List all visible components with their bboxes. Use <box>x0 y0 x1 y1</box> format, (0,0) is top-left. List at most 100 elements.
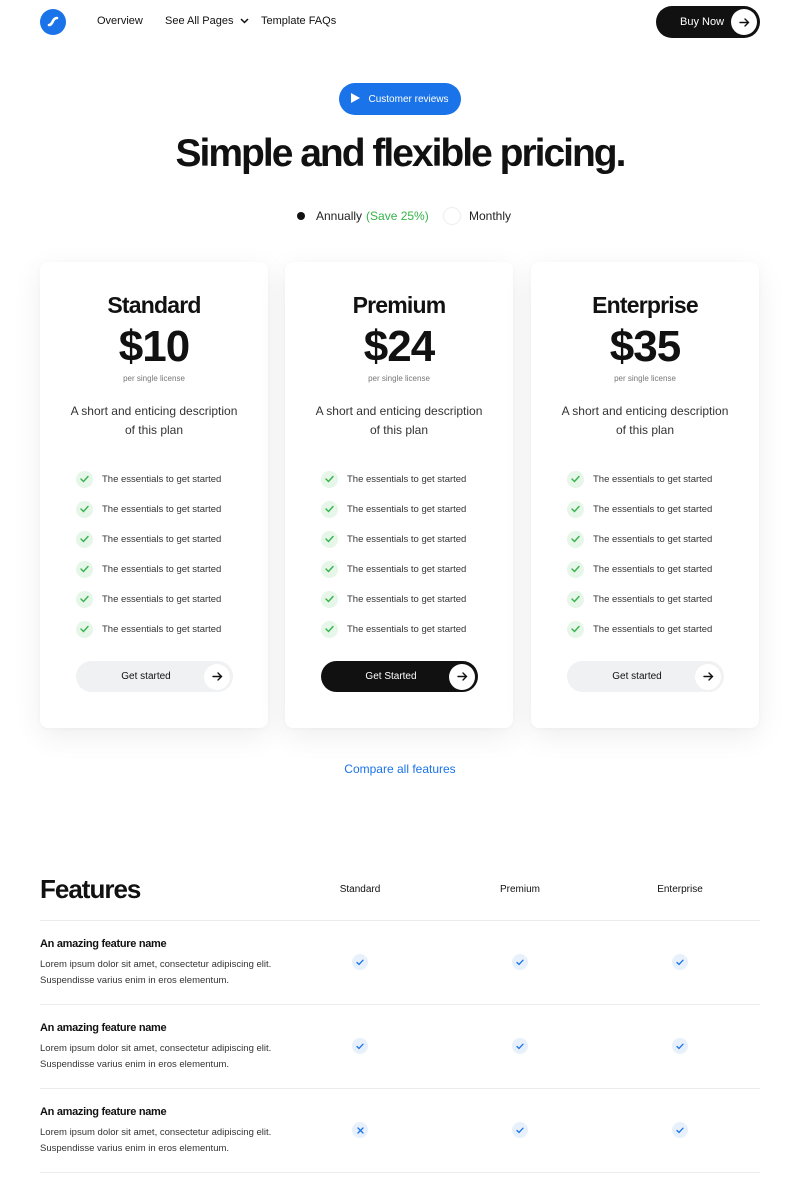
check-icon <box>76 560 93 578</box>
check-icon <box>321 590 338 608</box>
feature-text: The essentials to get started <box>347 623 467 635</box>
nav-link-see-all-pages[interactable]: See All Pages <box>165 15 249 27</box>
plan-price: $35 <box>609 322 681 371</box>
row-divider <box>40 1088 760 1089</box>
features-title: Features <box>40 874 141 904</box>
plan-price: $24 <box>363 322 435 371</box>
check-icon <box>321 620 338 638</box>
feature-item: The essentials to get started <box>76 494 246 524</box>
feature-row-name: An amazing feature name <box>40 1106 167 1118</box>
feature-text: The essentials to get started <box>347 563 467 575</box>
feature-item: The essentials to get started <box>76 464 246 494</box>
get-started-label: Get started <box>612 671 662 682</box>
arrow-right-icon <box>449 663 475 690</box>
feature-text: The essentials to get started <box>102 563 222 575</box>
feature-row-name: An amazing feature name <box>40 938 167 950</box>
feature-text: The essentials to get started <box>102 503 222 515</box>
customer-reviews-label: Customer reviews <box>368 93 449 105</box>
check-icon <box>567 560 584 578</box>
close-icon <box>352 1122 368 1138</box>
row-divider <box>40 1172 760 1173</box>
check-icon <box>76 470 93 488</box>
feature-item: The essentials to get started <box>321 614 491 644</box>
nav-link-label: See All Pages <box>165 15 234 27</box>
billing-option-monthly[interactable]: Monthly <box>443 206 511 226</box>
monthly-label: Monthly <box>469 209 512 223</box>
nav-link-overview[interactable]: Overview <box>97 15 143 27</box>
plan-description: A short and enticing description of this… <box>70 404 238 437</box>
get-started-button[interactable]: Get started <box>567 661 724 692</box>
page-title: Simple and flexible pricing. <box>175 132 627 175</box>
column-header-standard: Standard <box>339 884 381 895</box>
feature-text: The essentials to get started <box>347 533 467 545</box>
feature-item: The essentials to get started <box>76 524 246 554</box>
feature-text: The essentials to get started <box>347 503 467 515</box>
feature-item: The essentials to get started <box>76 584 246 614</box>
feature-text: The essentials to get started <box>347 593 467 605</box>
check-icon <box>352 954 368 970</box>
logo-icon[interactable] <box>40 9 66 35</box>
check-icon <box>352 1038 368 1054</box>
feature-text: The essentials to get started <box>102 623 222 635</box>
pricing-card-enterprise: Enterprise $35 per single license A shor… <box>531 262 759 728</box>
save-badge: (Save 25%) <box>366 209 429 223</box>
check-icon <box>76 530 93 548</box>
plan-feature-list: The essentials to get started The essenti… <box>567 464 737 644</box>
feature-row-description: Lorem ipsum dolor sit amet, consectetur … <box>40 1043 272 1070</box>
plan-feature-list: The essentials to get started The essenti… <box>76 464 246 644</box>
feature-row-description: Lorem ipsum dolor sit amet, consectetur … <box>40 959 272 986</box>
feature-text: The essentials to get started <box>593 593 713 605</box>
check-icon <box>512 1122 528 1138</box>
get-started-button[interactable]: Get Started <box>321 661 478 692</box>
check-icon <box>567 590 584 608</box>
feature-text: The essentials to get started <box>347 473 467 485</box>
plan-description: A short and enticing description of this… <box>561 404 729 437</box>
arrow-right-icon <box>731 9 757 35</box>
billing-option-annually[interactable]: Annually (Save 25%) <box>294 206 429 226</box>
check-icon <box>672 954 688 970</box>
feature-item: The essentials to get started <box>321 524 491 554</box>
buy-now-button[interactable]: Buy Now <box>656 6 760 38</box>
feature-text: The essentials to get started <box>593 533 713 545</box>
feature-text: The essentials to get started <box>593 503 713 515</box>
check-icon <box>321 560 338 578</box>
plan-price-note: per single license <box>368 374 430 383</box>
nav-link-template-faqs[interactable]: Template FAQs <box>261 15 336 27</box>
check-icon <box>567 620 584 638</box>
feature-item: The essentials to get started <box>321 494 491 524</box>
feature-text: The essentials to get started <box>102 473 222 485</box>
check-icon <box>76 500 93 518</box>
top-nav: Overview See All Pages Template FAQs Buy… <box>0 0 800 44</box>
check-icon <box>321 500 338 518</box>
column-header-premium: Premium <box>499 884 540 895</box>
compare-all-features-link[interactable]: Compare all features <box>0 762 800 776</box>
check-icon <box>512 1038 528 1054</box>
plan-name: Standard <box>107 292 201 318</box>
annually-label: Annually <box>316 209 363 223</box>
feature-text: The essentials to get started <box>593 563 713 575</box>
check-icon <box>321 530 338 548</box>
plan-feature-list: The essentials to get started The essenti… <box>321 464 491 644</box>
column-header-enterprise: Enterprise <box>657 884 703 895</box>
plan-description: A short and enticing description of this… <box>315 404 483 437</box>
arrow-right-icon <box>695 663 721 690</box>
feature-item: The essentials to get started <box>321 464 491 494</box>
row-divider <box>40 920 760 921</box>
feature-row-name: An amazing feature name <box>40 1022 167 1034</box>
pricing-card-standard: Standard $10 per single license A short … <box>40 262 268 728</box>
feature-item: The essentials to get started <box>567 554 737 584</box>
radio-unselected[interactable] <box>443 207 461 225</box>
plan-name: Enterprise <box>592 292 699 318</box>
feature-text: The essentials to get started <box>593 623 713 635</box>
feature-item: The essentials to get started <box>567 584 737 614</box>
customer-reviews-button[interactable]: Customer reviews <box>339 83 461 115</box>
check-icon <box>672 1122 688 1138</box>
feature-item: The essentials to get started <box>567 494 737 524</box>
pricing-card-premium: Premium $24 per single license A short a… <box>285 262 513 728</box>
arrow-right-icon <box>204 663 230 690</box>
feature-item: The essentials to get started <box>567 614 737 644</box>
radio-selected[interactable] <box>294 209 308 223</box>
feature-item: The essentials to get started <box>321 584 491 614</box>
get-started-button[interactable]: Get started <box>76 661 233 692</box>
play-icon <box>351 92 361 106</box>
